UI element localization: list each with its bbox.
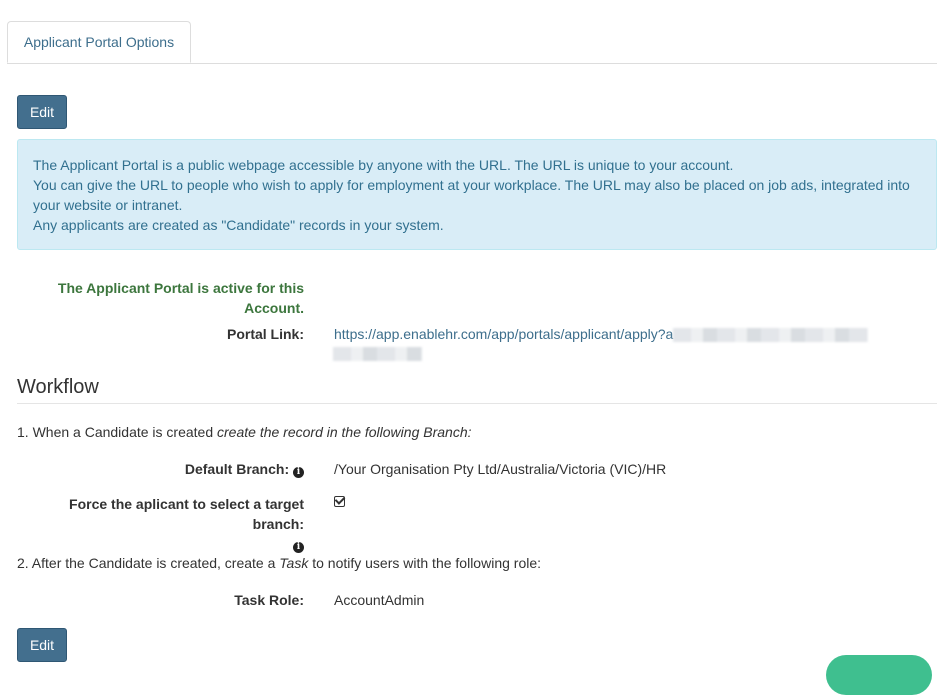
edit-button-bottom[interactable]: Edit: [17, 628, 67, 662]
checked-checkbox-icon: [334, 496, 345, 507]
portal-link-url[interactable]: https://app.enablehr.com/app/portals/app…: [334, 326, 673, 342]
default-branch-label-text: Default Branch:: [184, 461, 290, 477]
step-2-italic: Task: [279, 555, 309, 571]
chat-widget-button[interactable]: [826, 655, 932, 695]
info-line: You can give the URL to people who wish …: [33, 177, 910, 213]
info-line: The Applicant Portal is a public webpage…: [33, 157, 734, 173]
step-1-text: 1. When a Candidate is created: [17, 424, 218, 440]
default-branch-label: Default Branch: i: [185, 459, 304, 479]
workflow-step-2: 2. After the Candidate is created, creat…: [17, 553, 541, 573]
redacted-url-part: [673, 328, 869, 343]
task-role-label: Task Role:: [234, 592, 304, 608]
redacted-url-part: [333, 347, 422, 361]
info-panel: The Applicant Portal is a public webpage…: [17, 139, 937, 250]
portal-status: The Applicant Portal is active for this …: [57, 280, 304, 316]
edit-button-top[interactable]: Edit: [17, 95, 67, 129]
info-line: Any applicants are created as "Candidate…: [33, 217, 444, 233]
step-2-text: 2. After the Candidate is created, creat…: [17, 555, 280, 571]
force-select-label: Force the aplicant to select a target br…: [14, 494, 304, 554]
default-branch-value: /Your Organisation Pty Ltd/Australia/Vic…: [334, 461, 667, 477]
tab-applicant-portal-options[interactable]: Applicant Portal Options: [7, 21, 191, 63]
portal-link[interactable]: https://app.enablehr.com/app/portals/app…: [334, 324, 869, 344]
portal-link-label: Portal Link:: [226, 326, 304, 342]
force-select-label-text: Force the aplicant to select a target br…: [69, 496, 304, 532]
info-circle-icon[interactable]: i: [293, 467, 304, 478]
tab-bar: Applicant Portal Options: [7, 21, 937, 64]
step-2-suffix: to notify users with the following role:: [308, 555, 542, 571]
workflow-heading: Workflow: [17, 373, 937, 404]
task-role-value: AccountAdmin: [334, 592, 425, 608]
workflow-step-1: 1. When a Candidate is created create th…: [17, 422, 472, 442]
info-circle-icon[interactable]: i: [293, 542, 304, 553]
step-1-italic: create the record in the following Branc…: [217, 424, 472, 440]
